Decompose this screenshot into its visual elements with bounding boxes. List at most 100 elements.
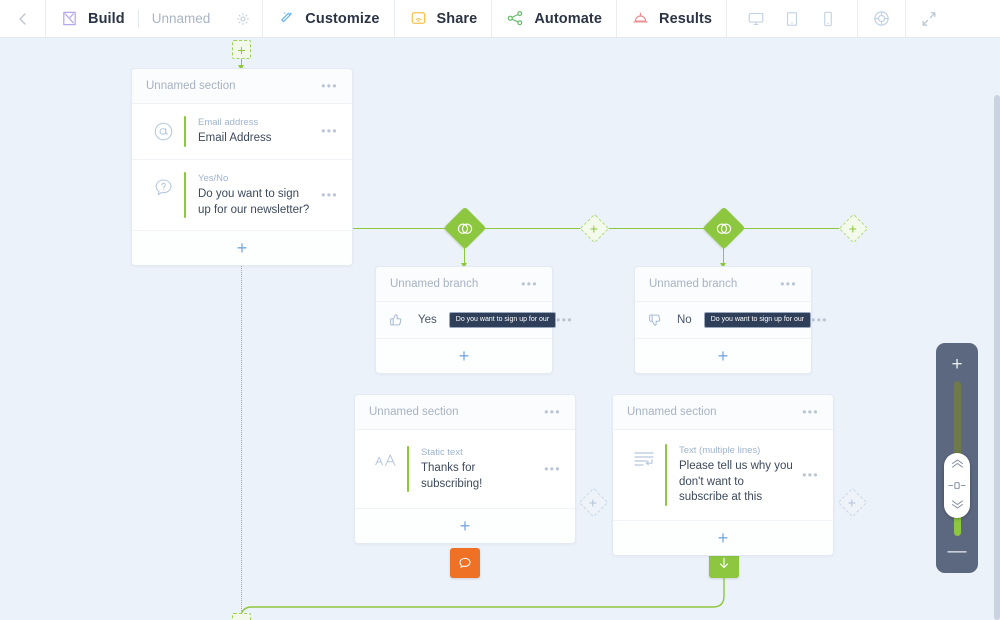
add-section-node-middle[interactable]: + bbox=[578, 487, 609, 518]
results-chart-icon bbox=[631, 9, 650, 28]
message-bubble-icon bbox=[457, 555, 473, 571]
tab-customize[interactable]: Customize bbox=[263, 0, 395, 37]
desktop-icon[interactable] bbox=[747, 10, 765, 28]
zoom-out-button[interactable]: — bbox=[948, 542, 967, 561]
field-menu-button[interactable]: ••• bbox=[313, 189, 338, 201]
field-type: Static text bbox=[421, 447, 463, 458]
theme-circle-icon bbox=[872, 9, 891, 28]
field-row-email[interactable]: Email address Email Address ••• bbox=[132, 104, 352, 160]
nodes-icon bbox=[506, 9, 525, 28]
zoom-control-panel[interactable]: + — bbox=[936, 343, 978, 573]
device-preview-group bbox=[727, 0, 859, 37]
branch-card-right[interactable]: Unnamed branch ••• No Do you want to sig… bbox=[634, 266, 827, 374]
expand-button[interactable] bbox=[906, 0, 952, 37]
field-text: Text (multiple lines) Please tell us why… bbox=[679, 444, 794, 506]
zoom-in-button[interactable]: + bbox=[951, 355, 962, 374]
slider-handle-icon bbox=[948, 481, 966, 490]
section-menu-button[interactable]: ••• bbox=[321, 80, 338, 92]
chevron-double-down-icon[interactable] bbox=[951, 500, 964, 512]
section-menu-button[interactable]: ••• bbox=[802, 406, 819, 418]
section-menu-button[interactable]: ••• bbox=[544, 406, 561, 418]
tablet-icon[interactable] bbox=[783, 10, 801, 28]
branch-split-node-right[interactable] bbox=[702, 206, 746, 250]
build-icon bbox=[60, 9, 79, 28]
field-text: Yes/No Do you want to sign up for our ne… bbox=[198, 172, 313, 218]
section-title: Unnamed section bbox=[627, 406, 717, 418]
section-header[interactable]: Unnamed section ••• bbox=[355, 395, 575, 430]
arrow-down-icon bbox=[716, 555, 732, 571]
branch-condition-row[interactable]: No Do you want to sign up for our ••• bbox=[635, 302, 827, 339]
branch-title: Unnamed branch bbox=[390, 278, 479, 290]
vertical-scrollbar[interactable] bbox=[994, 95, 1000, 620]
branch-card-left[interactable]: Unnamed branch ••• Yes Do you want to si… bbox=[375, 266, 572, 374]
section-header[interactable]: Unnamed section ••• bbox=[613, 395, 833, 430]
plus-glyph: + bbox=[717, 527, 729, 548]
connector-line-dotted bbox=[241, 241, 242, 611]
mobile-icon[interactable] bbox=[819, 10, 837, 28]
field-row-static-text[interactable]: Static text Thanks for subscribing! ••• bbox=[355, 430, 575, 510]
gear-icon[interactable] bbox=[210, 12, 250, 26]
field-menu-button[interactable]: ••• bbox=[313, 125, 338, 137]
plus-glyph: + bbox=[849, 220, 858, 237]
field-menu-button[interactable]: ••• bbox=[536, 463, 561, 475]
tab-build-label: Build bbox=[88, 10, 125, 27]
branch-condition-row[interactable]: Yes Do you want to sign up for our ••• bbox=[376, 302, 572, 339]
zoom-slider-handle[interactable] bbox=[944, 453, 970, 518]
at-sign-icon bbox=[142, 116, 184, 143]
plus-glyph: + bbox=[459, 516, 471, 537]
branch-menu-button[interactable]: ••• bbox=[521, 278, 538, 290]
field-title: Do you want to sign up for our newslette… bbox=[198, 188, 310, 216]
loopback-connector bbox=[240, 578, 725, 620]
plus-glyph: + bbox=[848, 494, 857, 511]
add-branch-node-middle[interactable]: + bbox=[579, 213, 610, 244]
branch-row-menu-button[interactable]: ••• bbox=[811, 314, 828, 326]
branch-split-icon bbox=[716, 220, 733, 237]
multiline-text-icon bbox=[623, 444, 665, 468]
add-node-top[interactable]: + bbox=[232, 40, 251, 59]
add-branch-condition-button[interactable]: + bbox=[635, 339, 811, 373]
field-menu-button[interactable]: ••• bbox=[794, 469, 819, 481]
branch-menu-button[interactable]: ••• bbox=[780, 278, 797, 290]
add-branch-condition-button[interactable]: + bbox=[376, 339, 552, 373]
add-node-bottom[interactable]: + bbox=[232, 613, 251, 620]
tab-share-label: Share bbox=[436, 10, 478, 27]
field-row-yesno[interactable]: Yes/No Do you want to sign up for our ne… bbox=[132, 160, 352, 232]
share-screen-icon bbox=[409, 9, 428, 28]
field-type: Email address bbox=[198, 117, 259, 128]
static-text-icon bbox=[365, 446, 407, 470]
add-field-button[interactable]: + bbox=[132, 231, 352, 266]
tab-share[interactable]: Share bbox=[395, 0, 493, 37]
branch-condition-tag: Do you want to sign up for our bbox=[703, 312, 812, 328]
flow-canvas[interactable]: + + + + + Unnamed section ••• Email addr… bbox=[0, 38, 1000, 620]
back-button[interactable] bbox=[0, 0, 46, 37]
section-card-right[interactable]: Unnamed section ••• Text (multiple lines… bbox=[612, 394, 834, 556]
section-card-main[interactable]: Unnamed section ••• Email address Email … bbox=[131, 68, 353, 267]
branch-header[interactable]: Unnamed branch ••• bbox=[376, 267, 552, 302]
theme-button[interactable] bbox=[858, 0, 907, 37]
add-branch-node-right[interactable]: + bbox=[838, 213, 869, 244]
field-row-multiline-text[interactable]: Text (multiple lines) Please tell us why… bbox=[613, 430, 833, 521]
field-accent-bar bbox=[184, 171, 186, 219]
branch-condition-tag: Do you want to sign up for our bbox=[448, 312, 557, 328]
branch-split-icon bbox=[457, 220, 474, 237]
add-section-node-right[interactable]: + bbox=[837, 487, 868, 518]
expand-arrows-icon bbox=[920, 10, 938, 28]
branch-header[interactable]: Unnamed branch ••• bbox=[635, 267, 811, 302]
form-name-field[interactable]: Unnamed bbox=[152, 11, 211, 26]
chevron-double-up-icon[interactable] bbox=[951, 459, 964, 471]
top-toolbar: Build Unnamed Customize Share Automate R… bbox=[0, 0, 1000, 38]
section-card-left[interactable]: Unnamed section ••• Static text Thanks f… bbox=[354, 394, 576, 545]
tab-build[interactable]: Build Unnamed bbox=[46, 0, 264, 37]
field-accent-bar bbox=[184, 116, 186, 147]
tab-results[interactable]: Results bbox=[617, 0, 728, 37]
branch-split-node-left[interactable] bbox=[443, 206, 487, 250]
plus-glyph: + bbox=[236, 238, 248, 259]
branch-row-menu-button[interactable]: ••• bbox=[556, 314, 573, 326]
add-field-button[interactable]: + bbox=[613, 520, 833, 555]
field-title: Please tell us why you don't want to sub… bbox=[679, 460, 793, 504]
tab-automate[interactable]: Automate bbox=[492, 0, 617, 37]
field-type: Yes/No bbox=[198, 172, 229, 184]
section-header[interactable]: Unnamed section ••• bbox=[132, 69, 352, 104]
section-title: Unnamed section bbox=[146, 80, 236, 92]
add-field-button[interactable]: + bbox=[355, 509, 575, 544]
